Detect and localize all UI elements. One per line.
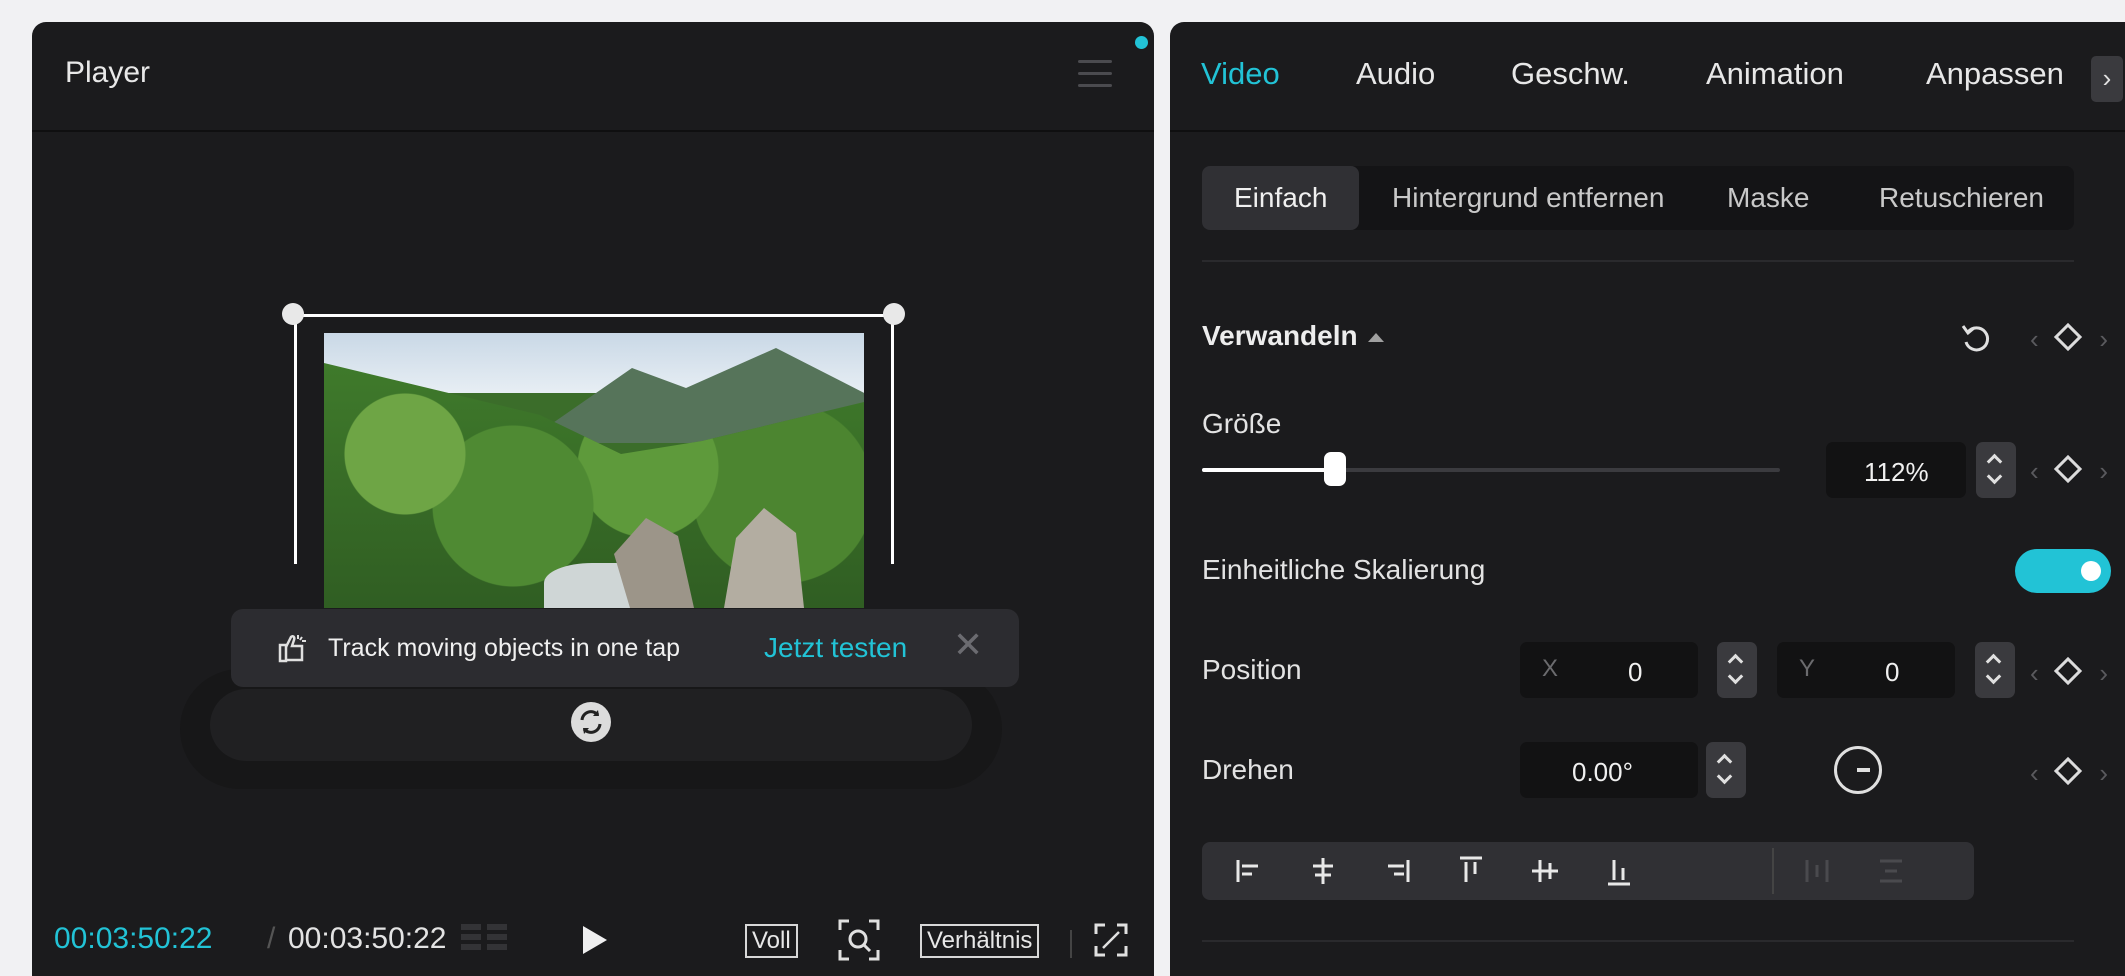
tab-audio[interactable]: Audio: [1356, 56, 1435, 92]
close-icon[interactable]: ✕: [953, 627, 983, 663]
timecode-separator: /: [267, 922, 276, 955]
section-title-label: Verwandeln: [1202, 320, 1358, 351]
rotate-value: 0.00°: [1572, 757, 1634, 787]
subtab-mask[interactable]: Maske: [1727, 166, 1809, 230]
current-timecode: 00:03:50:22: [54, 922, 213, 955]
align-center-horizontal-icon[interactable]: [1288, 842, 1358, 900]
keyframe-diamond-icon[interactable]: ‹ ›: [2030, 320, 2108, 356]
player-panel: Player Track moving objects in one tap J…: [32, 22, 1154, 976]
align-left-icon[interactable]: [1214, 842, 1284, 900]
tabs-more-button[interactable]: ›: [2091, 56, 2123, 102]
size-label: Größe: [1202, 408, 1282, 439]
full-quality-button[interactable]: Voll: [745, 924, 798, 958]
distribute-horizontal-icon: [1805, 860, 1829, 882]
rotate-label: Drehen: [1202, 754, 1294, 785]
position-x-field[interactable]: X 0: [1520, 642, 1698, 698]
tab-animation[interactable]: Animation: [1706, 56, 1844, 92]
keyframe-diamond-icon[interactable]: ‹ ›: [2030, 654, 2108, 690]
size-slider-knob[interactable]: [1323, 452, 1346, 486]
subtab-retouch[interactable]: Retuschieren: [1879, 166, 2044, 230]
align-divider: [1772, 848, 1774, 894]
position-x-stepper[interactable]: [1717, 642, 1757, 698]
align-right-icon[interactable]: [1362, 842, 1432, 900]
position-label: Position: [1202, 654, 1302, 685]
properties-panel: Video Audio Geschw. Animation Anpassen ›…: [1170, 22, 2125, 976]
fullscreen-icon[interactable]: [1093, 922, 1129, 958]
resize-handle-top-right[interactable]: [883, 303, 905, 325]
track-objects-toast: Track moving objects in one tap Jetzt te…: [231, 609, 1019, 687]
rotate-handle-icon[interactable]: [571, 702, 611, 742]
distribute-vertical-icon: [1880, 859, 1902, 883]
total-timecode: 00:03:50:22: [288, 922, 447, 955]
toast-text: Track moving objects in one tap: [328, 634, 681, 662]
player-title: Player: [65, 56, 151, 89]
hand-tap-icon: [278, 634, 306, 663]
align-top-icon[interactable]: [1436, 842, 1506, 900]
size-field[interactable]: 112%: [1826, 442, 1966, 498]
try-now-link[interactable]: Jetzt testen: [764, 632, 907, 664]
position-x-value: 0: [1628, 657, 1643, 687]
position-y-placeholder: Y: [1799, 655, 1816, 682]
video-subtabs: Einfach Hintergrund entfernen Maske Retu…: [1202, 166, 2074, 230]
notification-dot: [1135, 36, 1148, 49]
uniform-scale-toggle[interactable]: [2015, 549, 2111, 593]
position-y-stepper[interactable]: [1975, 642, 2015, 698]
alignment-toolbar: [1202, 842, 1974, 900]
size-stepper[interactable]: [1976, 442, 2016, 498]
zoom-icon[interactable]: [837, 918, 881, 962]
property-tabs: Video Audio Geschw. Animation Anpassen ›: [1170, 22, 2125, 132]
player-footer: 00:03:50:22 / 00:03:50:22 Voll Verhältni…: [32, 892, 1154, 972]
size-value: 112%: [1864, 457, 1929, 487]
position-y-field[interactable]: Y 0: [1777, 642, 1955, 698]
resize-handle-top-left[interactable]: [282, 303, 304, 325]
reset-icon[interactable]: [1958, 320, 1994, 356]
subtab-remove-background[interactable]: Hintergrund entfernen: [1392, 166, 1664, 230]
play-icon[interactable]: [577, 922, 611, 958]
subtab-basic[interactable]: Einfach: [1202, 166, 1360, 230]
tab-video[interactable]: Video: [1201, 56, 1280, 92]
section-divider: [1202, 260, 2074, 262]
aspect-ratio-button[interactable]: Verhältnis: [920, 924, 1040, 958]
transform-frame[interactable]: [294, 314, 894, 564]
bottom-divider: [1202, 940, 2074, 942]
size-slider[interactable]: [1202, 452, 1780, 486]
footer-divider: [1070, 930, 1072, 958]
position-x-placeholder: X: [1542, 655, 1559, 682]
rotate-dial[interactable]: [1834, 746, 1882, 794]
keyframe-diamond-icon[interactable]: ‹ ›: [2030, 452, 2108, 488]
tab-adjust[interactable]: Anpassen: [1926, 56, 2064, 92]
section-title[interactable]: Verwandeln: [1202, 320, 1384, 352]
waveform-icon[interactable]: [457, 920, 517, 960]
tab-speed[interactable]: Geschw.: [1511, 56, 1630, 92]
caret-up-icon: [1367, 333, 1384, 343]
keyframe-diamond-icon[interactable]: ‹ ›: [2030, 754, 2108, 790]
menu-icon[interactable]: [1078, 60, 1112, 90]
player-header: Player: [32, 22, 1154, 132]
rotate-field[interactable]: 0.00°: [1520, 742, 1698, 798]
size-slider-fill: [1202, 468, 1335, 472]
rotate-stepper[interactable]: [1706, 742, 1746, 798]
position-y-value: 0: [1885, 657, 1900, 687]
align-center-vertical-icon[interactable]: [1510, 842, 1580, 900]
uniform-scale-label: Einheitliche Skalierung: [1202, 554, 1486, 585]
align-bottom-icon[interactable]: [1584, 842, 1654, 900]
preview-stage[interactable]: Track moving objects in one tap Jetzt te…: [32, 134, 1154, 834]
